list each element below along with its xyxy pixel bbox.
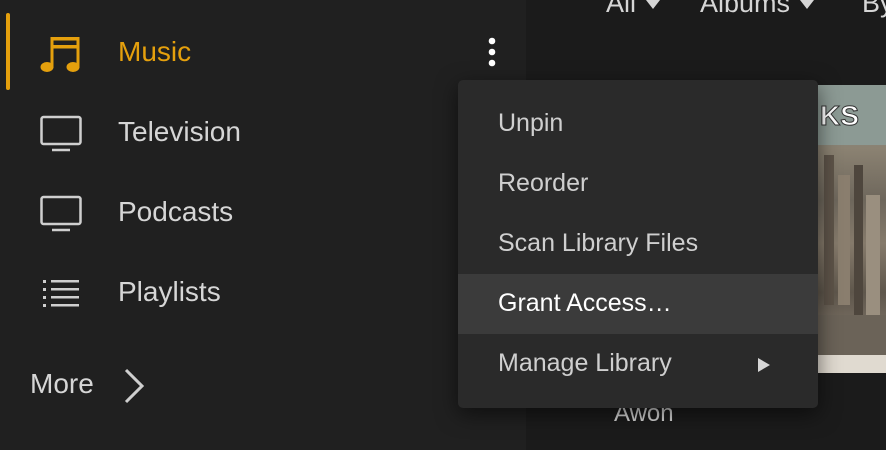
filter-albums-dropdown[interactable]: Albums <box>700 0 815 19</box>
sidebar-item-music[interactable]: Music <box>0 14 526 94</box>
menu-item-manage-library[interactable]: Manage Library <box>458 334 818 394</box>
more-label: More <box>30 368 94 399</box>
context-menu: Unpin Reorder Scan Library Files Grant A… <box>458 80 818 408</box>
menu-item-label: Grant Access… <box>498 289 672 317</box>
filter-label: All <box>606 0 637 18</box>
filter-all-dropdown[interactable]: All <box>606 0 661 19</box>
menu-item-label: Scan Library Files <box>498 229 699 257</box>
filter-label: Albums <box>700 0 791 18</box>
monitor-icon <box>40 195 82 232</box>
music-note-icon <box>40 37 80 72</box>
sidebar-item-label: Music <box>118 36 192 67</box>
vertical-ellipsis-icon[interactable] <box>480 35 504 71</box>
filter-label: By <box>862 0 886 18</box>
more-button[interactable]: More <box>30 362 160 408</box>
svg-text:KS: KS <box>820 100 859 131</box>
sidebar: Music Television Podcasts Playlists More <box>0 0 526 450</box>
caret-down-icon <box>800 0 815 10</box>
album-cover-image: KS <box>818 85 886 373</box>
sidebar-item-label: Playlists <box>118 276 221 307</box>
menu-item-unpin[interactable]: Unpin <box>458 94 818 154</box>
menu-item-grant-access[interactable]: Grant Access… <box>458 274 818 334</box>
sidebar-item-label: Television <box>118 116 241 147</box>
filter-by-dropdown[interactable]: By <box>862 0 886 19</box>
submenu-arrow-icon <box>758 358 770 372</box>
menu-item-label: Manage Library <box>498 349 672 377</box>
menu-item-label: Unpin <box>498 109 564 137</box>
album-cover[interactable]: KS <box>818 85 886 373</box>
sidebar-item-playlists[interactable]: Playlists <box>0 254 526 334</box>
caret-down-icon <box>646 0 661 10</box>
menu-item-reorder[interactable]: Reorder <box>458 154 818 214</box>
menu-item-scan-library-files[interactable]: Scan Library Files <box>458 214 818 274</box>
menu-item-label: Reorder <box>498 169 589 197</box>
sidebar-item-television[interactable]: Television <box>0 94 526 174</box>
sidebar-item-label: Podcasts <box>118 196 234 227</box>
chevron-right-icon <box>124 368 145 404</box>
sidebar-item-podcasts[interactable]: Podcasts <box>0 174 526 254</box>
list-icon <box>43 280 79 307</box>
monitor-icon <box>40 115 82 152</box>
